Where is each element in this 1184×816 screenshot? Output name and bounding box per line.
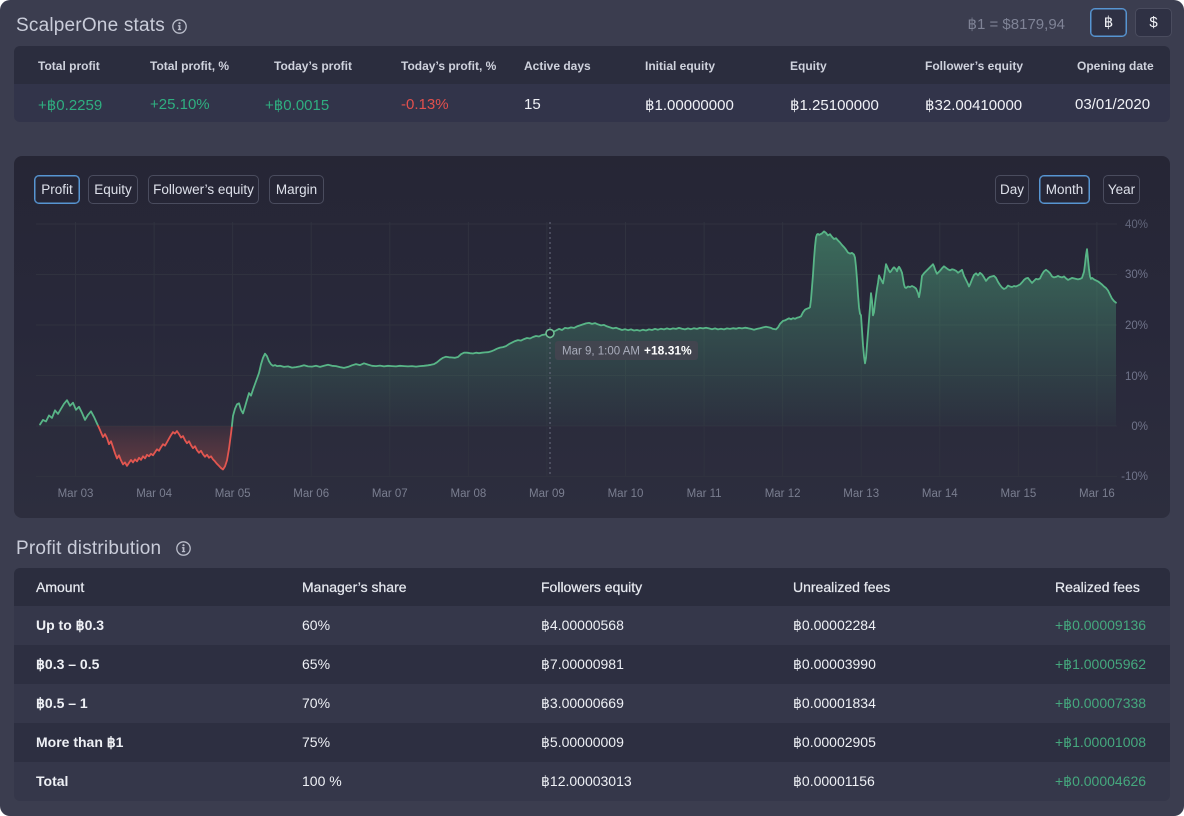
svg-text:10%: 10% xyxy=(1125,371,1148,383)
svg-text:Mar 06: Mar 06 xyxy=(293,488,329,500)
svg-text:Mar 14: Mar 14 xyxy=(922,488,958,500)
svg-text:Mar 13: Mar 13 xyxy=(843,488,879,500)
svg-text:30%: 30% xyxy=(1125,269,1148,281)
svg-text:Mar 16: Mar 16 xyxy=(1079,488,1115,500)
svg-text:Mar 08: Mar 08 xyxy=(451,488,487,500)
svg-text:Mar 07: Mar 07 xyxy=(372,488,408,500)
svg-text:20%: 20% xyxy=(1125,320,1148,332)
svg-text:Mar 05: Mar 05 xyxy=(215,488,251,500)
svg-text:Mar 10: Mar 10 xyxy=(608,488,644,500)
svg-text:-10%: -10% xyxy=(1121,471,1148,483)
svg-text:Mar 03: Mar 03 xyxy=(58,488,94,500)
svg-text:Mar 04: Mar 04 xyxy=(136,488,172,500)
svg-text:Mar 11: Mar 11 xyxy=(687,488,722,500)
svg-text:+18.31%: +18.31% xyxy=(644,344,692,358)
svg-text:0%: 0% xyxy=(1131,421,1148,433)
svg-text:Mar 15: Mar 15 xyxy=(1001,488,1037,500)
svg-text:Mar 09: Mar 09 xyxy=(529,488,565,500)
svg-text:40%: 40% xyxy=(1125,219,1148,231)
svg-text:Mar 9, 1:00 AM: Mar 9, 1:00 AM xyxy=(562,346,640,358)
svg-text:Mar 12: Mar 12 xyxy=(765,488,801,500)
